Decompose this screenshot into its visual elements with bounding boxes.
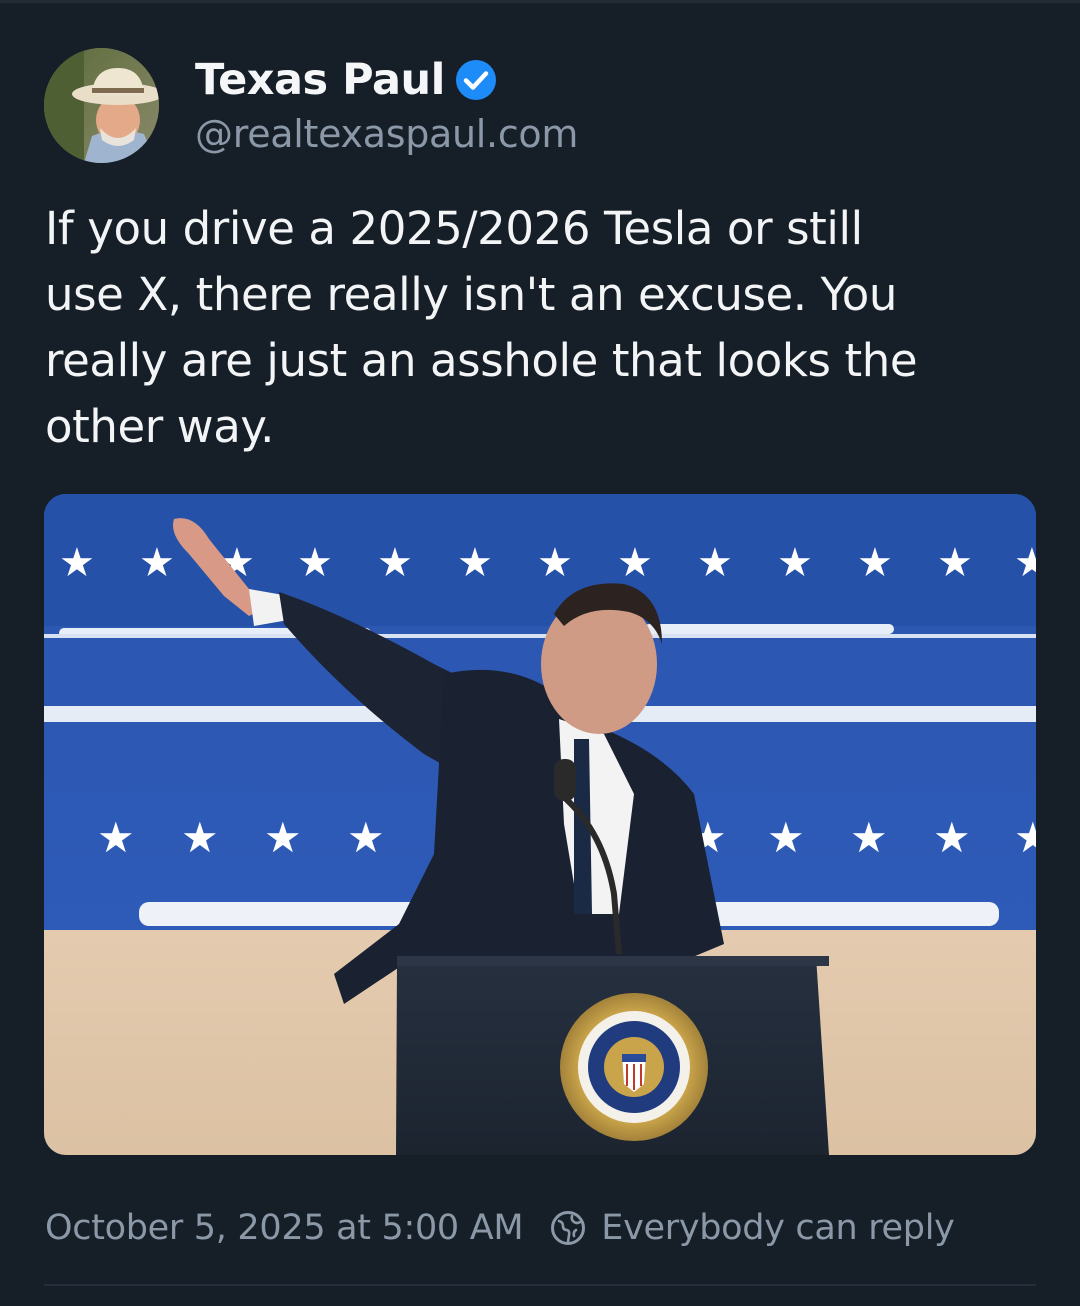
svg-text:★: ★ bbox=[139, 540, 175, 586]
svg-text:★: ★ bbox=[697, 540, 733, 586]
author-display-name[interactable]: Texas Paul bbox=[195, 55, 445, 105]
svg-text:★: ★ bbox=[767, 813, 805, 862]
post-timestamp[interactable]: October 5, 2025 at 5:00 AM bbox=[45, 1208, 524, 1248]
svg-text:★: ★ bbox=[264, 813, 302, 862]
bottom-divider bbox=[44, 1284, 1036, 1286]
svg-text:★: ★ bbox=[937, 540, 973, 586]
post-card: Texas Paul @realtexaspaul.com If you dri… bbox=[0, 0, 1080, 1306]
avatar[interactable] bbox=[44, 48, 159, 163]
author-name-row[interactable]: Texas Paul bbox=[195, 52, 497, 108]
post-footer: October 5, 2025 at 5:00 AM Everybody can… bbox=[45, 1200, 955, 1256]
verified-check-icon bbox=[455, 60, 496, 100]
svg-text:★: ★ bbox=[347, 813, 385, 862]
svg-text:★: ★ bbox=[181, 813, 219, 862]
author-handle[interactable]: @realtexaspaul.com bbox=[195, 112, 578, 156]
svg-text:★: ★ bbox=[457, 540, 493, 586]
svg-text:★: ★ bbox=[933, 813, 971, 862]
svg-text:★: ★ bbox=[617, 540, 653, 586]
photo-illustration: ★ ★ ★ ★ ★ ★ ★ ★ ★ ★ ★ ★ ★ ★ ★ ★ ★ ★ ★ ★ … bbox=[44, 494, 1036, 1155]
svg-text:★: ★ bbox=[97, 813, 135, 862]
avatar-image bbox=[44, 48, 159, 163]
svg-text:★: ★ bbox=[377, 540, 413, 586]
embedded-photo[interactable]: ★ ★ ★ ★ ★ ★ ★ ★ ★ ★ ★ ★ ★ ★ ★ ★ ★ ★ ★ ★ … bbox=[44, 494, 1036, 1155]
svg-text:★: ★ bbox=[1014, 540, 1036, 586]
top-divider bbox=[0, 0, 1080, 3]
post-text: If you drive a 2025/2026 Tesla or still … bbox=[45, 202, 918, 453]
svg-text:★: ★ bbox=[1014, 813, 1036, 862]
svg-text:★: ★ bbox=[297, 540, 333, 586]
svg-text:★: ★ bbox=[850, 813, 888, 862]
globe-reply-icon bbox=[551, 1211, 586, 1245]
reply-setting-label[interactable]: Everybody can reply bbox=[601, 1208, 955, 1248]
svg-text:★: ★ bbox=[857, 540, 893, 586]
svg-text:★: ★ bbox=[537, 540, 573, 586]
svg-text:★: ★ bbox=[777, 540, 813, 586]
svg-text:★: ★ bbox=[59, 540, 95, 586]
